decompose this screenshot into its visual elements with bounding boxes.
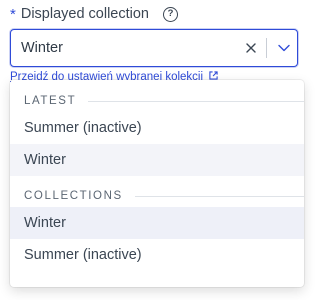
collection-select-widget: * Displayed collection ? Winter Przejdź … xyxy=(0,0,316,300)
group-divider xyxy=(134,195,304,197)
external-link-icon xyxy=(209,71,218,80)
collection-select[interactable]: Winter xyxy=(10,29,298,67)
group-header-label: COLLECTIONS xyxy=(24,190,123,202)
option-summer-inactive[interactable]: Summer (inactive) xyxy=(10,112,304,144)
option-summer-inactive[interactable]: Summer (inactive) xyxy=(10,239,304,271)
option-label: Summer (inactive) xyxy=(24,120,142,136)
group-header-label: LATEST xyxy=(24,95,77,107)
field-label-text: Displayed collection xyxy=(20,6,149,22)
option-winter-selected[interactable]: Winter xyxy=(10,144,304,176)
option-label: Winter xyxy=(24,152,66,168)
indicator-separator xyxy=(266,38,267,58)
select-value[interactable]: Winter xyxy=(11,40,238,56)
option-winter[interactable]: Winter xyxy=(10,207,304,239)
field-label: * Displayed collection ? xyxy=(10,4,178,24)
option-label: Summer (inactive) xyxy=(24,247,142,263)
group-divider xyxy=(88,100,304,102)
group-header-latest: LATEST xyxy=(10,90,304,112)
required-mark: * xyxy=(10,5,16,23)
option-label: Winter xyxy=(24,215,66,231)
chevron-down-icon[interactable] xyxy=(271,30,297,66)
close-icon[interactable] xyxy=(238,30,264,66)
group-header-collections: COLLECTIONS xyxy=(10,185,304,207)
help-icon[interactable]: ? xyxy=(163,6,178,22)
dropdown-menu: LATEST Summer (inactive) Winter COLLECTI… xyxy=(10,80,304,287)
